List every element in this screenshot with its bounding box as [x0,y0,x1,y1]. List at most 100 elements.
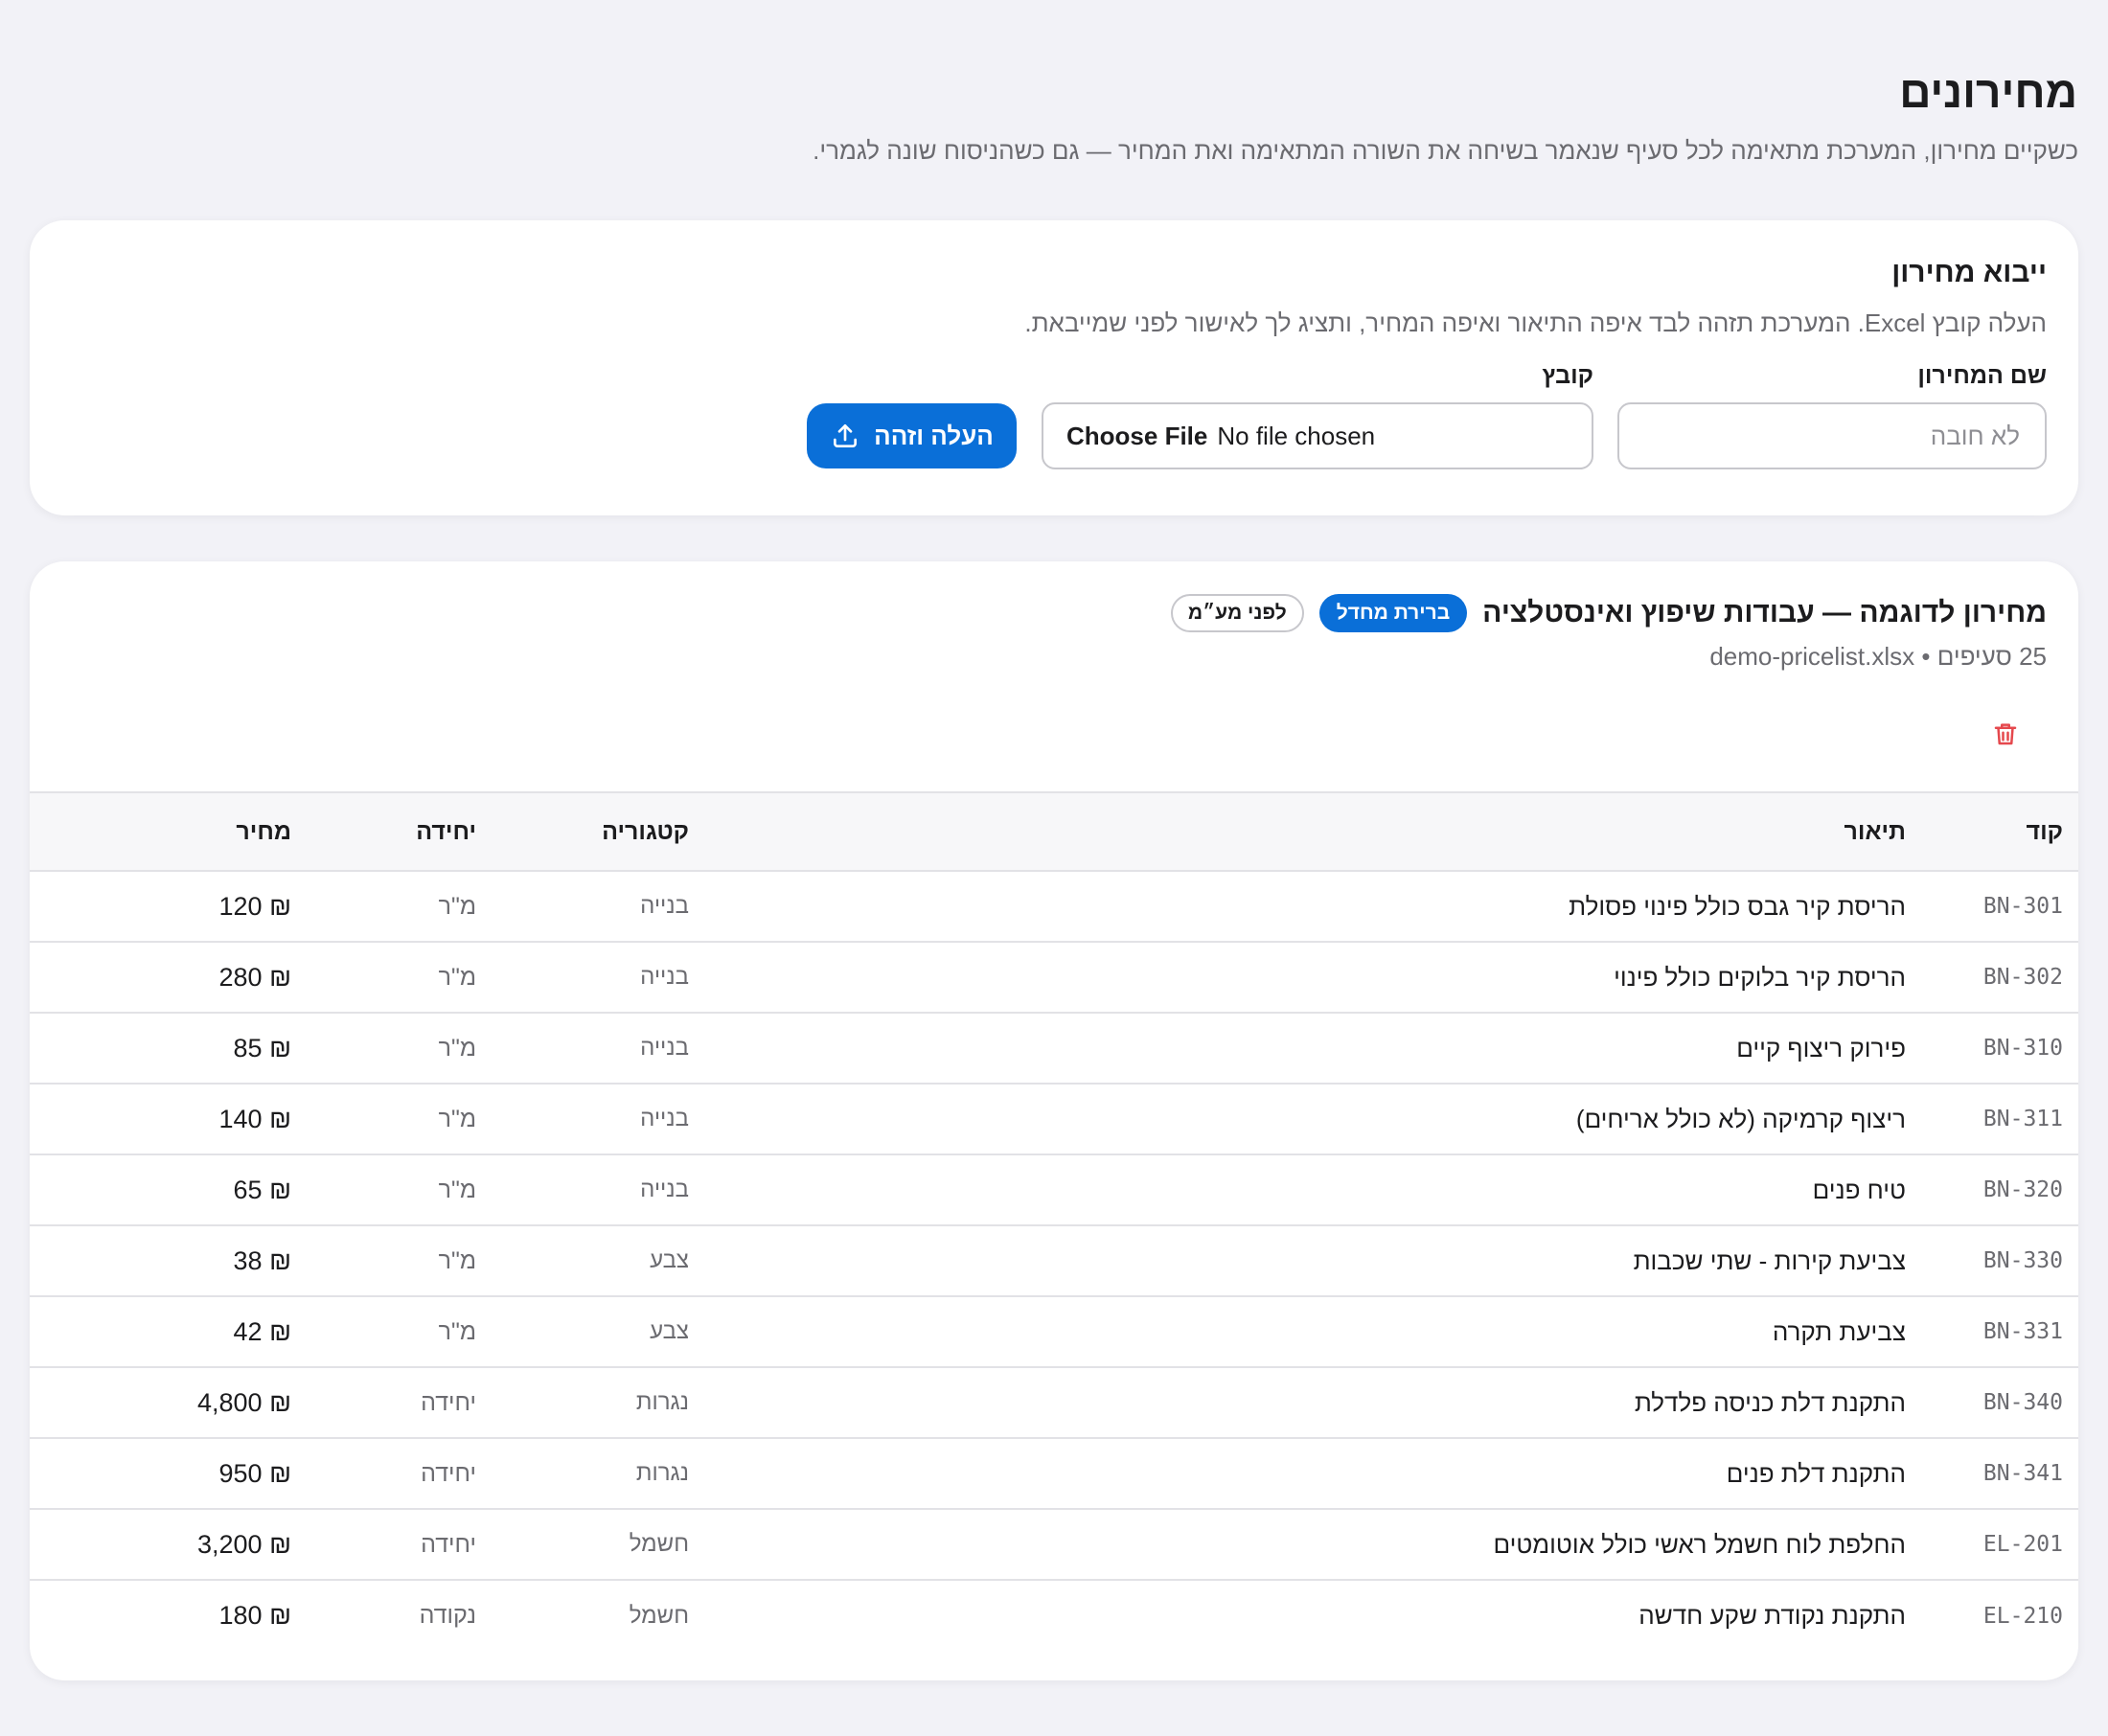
row-price: ₪ 85 [30,1013,291,1085]
row-description: צביעת קירות - שתי שכבות [689,1225,1906,1297]
row-description: טיח פנים [689,1154,1906,1226]
row-price: ₪ 120 [30,871,291,943]
row-price: ₪ 42 [30,1296,291,1368]
page-subtitle: כשקיים מחירון, המערכת מתאימה לכל סעיף שנ… [813,136,2078,165]
column-header-category: קטגוריה [476,791,689,872]
row-price: ₪ 65 [30,1154,291,1226]
row-category: בנייה [476,871,689,943]
upload-button-label: העלה וזהה [874,421,994,450]
import-pricelist-card: ייבוא מחירון העלה קובץ Excel. המערכת תזה… [30,220,2078,515]
pricelist-meta: 25 סעיפים • demo-pricelist.xlsx [1709,642,2047,671]
table-row: BN-331 צביעת תקרה צבע מ"ר ₪ 42 [30,1296,2078,1368]
row-code: EL-201 [1906,1509,2078,1581]
upload-and-detect-button[interactable]: העלה וזהה [807,403,1017,468]
row-price: ₪ 180 [218,1601,292,1630]
pricelist-title-row: מחירון לדוגמה — עבודות שיפוץ ואינסטלציה … [61,594,2047,632]
default-badge: ברירת מחדל [1318,594,1468,632]
row-unit: מ"ר [291,1225,476,1297]
pricelist-header: מחירון לדוגמה — עבודות שיפוץ ואינסטלציה … [30,561,2078,791]
row-code: BN-310 [1906,1013,2078,1085]
row-code: BN-320 [1906,1154,2078,1226]
row-category: צבע [476,1225,689,1297]
row-unit: מ"ר [291,1084,476,1155]
column-header-code: קוד [1906,791,2078,872]
import-card-title: ייבוא מחירון [1891,257,2047,288]
pricelist-title: מחירון לדוגמה — עבודות שיפוץ ואינסטלציה [1482,597,2047,628]
row-price: ₪ 950 [30,1438,291,1510]
name-field-label: שם המחירון [1917,362,2047,389]
pricelist-table: קוד תיאור קטגוריה יחידה מחיר BN-301 הריס… [30,791,2078,1651]
row-description: פירוק ריצוף קיים [689,1013,1906,1085]
delete-pricelist-button[interactable] [1986,715,2025,753]
row-description: החלפת לוח חשמל ראשי כולל אוטומטים [689,1509,1906,1581]
row-code: BN-341 [1906,1438,2078,1510]
row-description: התקנת דלת פנים [689,1438,1906,1510]
file-status: No file chosen [1217,421,1376,450]
row-code: BN-330 [1906,1225,2078,1297]
trash-icon [1994,723,2017,745]
choose-file-button[interactable]: Choose File [1066,422,1207,451]
pricelist-name-input[interactable] [1617,402,2047,469]
row-category: בנייה [476,1084,689,1155]
row-unit: יחידה [291,1367,476,1439]
row-description: התקנת דלת כניסה פלדלת [689,1367,1906,1439]
file-field-group: קובץ Choose File No file chosen [1042,360,1593,469]
row-code: BN-301 [1906,871,2078,943]
pricelists-page: מחירונים כשקיים מחירון, המערכת מתאימה לכ… [0,0,2108,1680]
row-category: בנייה [476,942,689,1014]
table-row: BN-302 הריסת קיר בלוקים כולל פינוי בנייה… [30,942,2078,1014]
row-price: ₪ 280 [30,942,291,1014]
row-category: בנייה [476,1013,689,1085]
row-category: חשמל [476,1509,689,1581]
table-row: EL-210 התקנת נקודת שקע חדשה חשמל נקודה ₪… [30,1580,2078,1651]
import-form: שם המחירון קובץ Choose File No file chos… [61,360,2047,469]
row-unit: יחידה [291,1438,476,1510]
row-price: ₪ 140 [30,1084,291,1155]
table-header-row: קוד תיאור קטגוריה יחידה מחיר [30,791,2078,872]
row-unit: מ"ר [291,871,476,943]
upload-icon [834,424,858,447]
row-unit: מ"ר [291,1013,476,1085]
row-description: התקנת נקודת שקע חדשה [1638,1601,1906,1630]
row-code: EL-210 [1982,1603,2063,1629]
row-price: ₪ 38 [30,1225,291,1297]
page-title: מחירונים [1899,67,2077,117]
table-row: EL-201 החלפת לוח חשמל ראשי כולל אוטומטים… [30,1509,2078,1581]
row-category: בנייה [476,1154,689,1226]
table-row: BN-340 התקנת דלת כניסה פלדלת נגרות יחידה… [30,1367,2078,1439]
column-header-unit: יחידה [291,791,476,872]
pricelist-card: מחירון לדוגמה — עבודות שיפוץ ואינסטלציה … [30,561,2078,1680]
row-category: נגרות [476,1367,689,1439]
row-price: ₪ 3,200 [30,1509,291,1581]
column-header-price: מחיר [30,791,291,872]
row-category: צבע [476,1296,689,1368]
row-description: צביעת תקרה [689,1296,1906,1368]
row-description: הריסת קיר גבס כולל פינוי פסולת [689,871,1906,943]
row-description: הריסת קיר בלוקים כולל פינוי [689,942,1906,1014]
row-description: ריצוף קרמיקה (לא כולל אריחים) [689,1084,1906,1155]
table-row: BN-320 טיח פנים בנייה מ"ר ₪ 65 [30,1154,2078,1226]
vat-badge: לפני מע״מ [1170,594,1304,632]
file-input[interactable]: Choose File No file chosen [1042,402,1593,469]
row-code: BN-331 [1906,1296,2078,1368]
row-category: חשמל [629,1602,689,1629]
row-unit: מ"ר [291,942,476,1014]
table-row: BN-330 צביעת קירות - שתי שכבות צבע מ"ר ₪… [30,1225,2078,1297]
table-row: BN-341 התקנת דלת פנים נגרות יחידה ₪ 950 [30,1438,2078,1510]
row-category: נגרות [476,1438,689,1510]
column-header-description: תיאור [689,791,1906,872]
name-field-group: שם המחירון [1617,360,2047,469]
table-row: BN-311 ריצוף קרמיקה (לא כולל אריחים) בני… [30,1084,2078,1155]
table-row: BN-310 פירוק ריצוף קיים בנייה מ"ר ₪ 85 [30,1013,2078,1085]
row-unit: נקודה [419,1602,476,1629]
row-unit: מ"ר [291,1154,476,1226]
row-unit: מ"ר [291,1296,476,1368]
row-unit: יחידה [291,1509,476,1581]
row-code: BN-311 [1906,1084,2078,1155]
import-card-description: העלה קובץ Excel. המערכת תזהה לבד איפה הת… [1024,308,2047,337]
row-code: BN-340 [1906,1367,2078,1439]
row-code: BN-302 [1906,942,2078,1014]
file-field-label: קובץ [1542,362,1593,389]
row-price: ₪ 4,800 [30,1367,291,1439]
table-row: BN-301 הריסת קיר גבס כולל פינוי פסולת בנ… [30,871,2078,943]
